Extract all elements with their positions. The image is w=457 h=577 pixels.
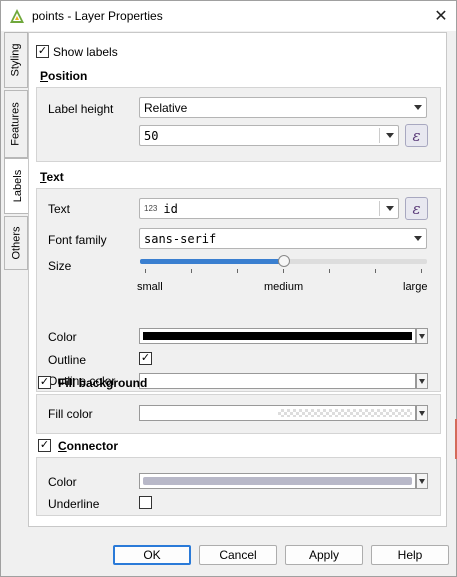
slider-tick <box>283 269 284 273</box>
qgis-app-icon <box>10 9 24 23</box>
window-title: points - Layer Properties <box>32 9 163 23</box>
outline-checkbox[interactable]: ✓ <box>139 352 152 365</box>
outline-color-button[interactable] <box>139 373 416 389</box>
chevron-down-icon <box>386 133 394 138</box>
label-height-select[interactable]: Relative <box>139 97 427 118</box>
outline-label: Outline <box>48 353 87 367</box>
connector-color-dropdown[interactable] <box>416 473 428 489</box>
text-field-select[interactable]: 123 id <box>139 198 399 219</box>
transparency-checker <box>278 409 412 417</box>
layer-properties-dialog: points - Layer Properties ✕ Styling Feat… <box>0 0 457 577</box>
show-labels-checkbox[interactable]: ✓ <box>36 45 49 58</box>
tab-labels[interactable]: Labels <box>4 158 31 214</box>
expression-button[interactable]: ε <box>405 197 428 220</box>
fill-background-section-title[interactable]: Fill background <box>58 376 147 390</box>
chevron-down-icon <box>419 479 425 484</box>
font-family-select[interactable]: sans-serif <box>139 228 427 249</box>
outline-color-swatch <box>143 377 412 385</box>
chevron-down-icon <box>414 236 422 241</box>
chevron-down-icon <box>386 206 394 211</box>
size-label: Size <box>48 259 72 273</box>
tab-label: Styling <box>10 43 22 77</box>
combo-separator <box>379 128 380 143</box>
fill-background-checkbox[interactable]: ✓ <box>38 376 51 389</box>
tab-label: Labels <box>12 169 25 203</box>
connector-color-swatch <box>143 477 412 485</box>
outline-color-dropdown[interactable] <box>416 373 428 389</box>
font-family-label: Font family <box>48 233 107 247</box>
label-height-label: Label height <box>48 102 114 116</box>
connector-section-title[interactable]: Connector <box>58 439 118 453</box>
fill-color-dropdown[interactable] <box>416 405 428 421</box>
chevron-down-icon <box>419 411 425 416</box>
chevron-down-icon <box>419 379 425 384</box>
text-label: Text <box>48 202 71 216</box>
chevron-down-icon <box>419 334 425 339</box>
size-slider-handle[interactable] <box>278 255 290 267</box>
text-color-button[interactable] <box>139 328 416 344</box>
apply-button[interactable]: Apply <box>285 545 363 565</box>
show-labels-label: Show labels <box>53 45 118 59</box>
slider-tick <box>421 269 422 273</box>
font-family-value: sans-serif <box>144 231 217 246</box>
slider-tick <box>145 269 146 273</box>
underline-label: Underline <box>48 497 100 511</box>
expression-button[interactable]: ε <box>405 124 428 147</box>
label-height-value: Relative <box>144 100 188 115</box>
connector-checkbox[interactable]: ✓ <box>38 439 51 452</box>
vertical-tab-bar: Styling Features Labels Others <box>4 32 31 512</box>
text-section-title: Text <box>40 170 64 184</box>
position-section-title: Position <box>40 69 88 83</box>
slider-tick <box>329 269 330 273</box>
tab-label: Others <box>10 226 23 260</box>
size-small-label: small <box>137 281 163 293</box>
cancel-button[interactable]: Cancel <box>199 545 277 565</box>
text-field-value: id <box>163 201 178 216</box>
fill-color-label: Fill color <box>48 407 93 421</box>
title-bar: points - Layer Properties ✕ <box>1 1 456 31</box>
tab-styling[interactable]: Styling <box>4 32 28 88</box>
tab-label: Features <box>10 102 23 146</box>
fill-color-button[interactable] <box>139 405 416 421</box>
close-icon[interactable]: ✕ <box>427 5 455 27</box>
chevron-down-icon <box>414 105 422 110</box>
underline-checkbox[interactable] <box>139 496 152 509</box>
connector-group: Color Underline <box>36 457 441 516</box>
tab-features[interactable]: Features <box>4 90 28 158</box>
label-size-value: 50 <box>144 128 159 143</box>
text-color-dropdown[interactable] <box>416 328 428 344</box>
ok-button[interactable]: OK <box>113 545 191 565</box>
labels-panel: ✓ Show labels Position Label height Rela… <box>28 32 447 527</box>
size-large-label: large <box>403 281 428 293</box>
slider-tick <box>375 269 376 273</box>
size-medium-label: medium <box>264 281 304 293</box>
connector-color-label: Color <box>48 475 77 489</box>
position-group: Label height Relative 50 ε <box>36 87 441 162</box>
slider-tick <box>237 269 238 273</box>
connector-color-button[interactable] <box>139 473 416 489</box>
combo-separator <box>379 201 380 216</box>
numeric-type-icon: 123 <box>144 204 158 213</box>
text-group: Text 123 id ε Font family sans-serif Siz… <box>36 188 441 392</box>
fill-background-group: Fill color <box>36 394 441 434</box>
tab-others[interactable]: Others <box>4 216 28 270</box>
help-button[interactable]: Help <box>371 545 449 565</box>
expression-icon: ε <box>412 126 421 145</box>
color-label: Color <box>48 330 77 344</box>
text-color-swatch <box>143 332 412 340</box>
size-slider-fill <box>140 259 284 264</box>
expression-icon: ε <box>412 199 421 218</box>
slider-tick <box>191 269 192 273</box>
label-size-input[interactable]: 50 <box>139 125 399 146</box>
